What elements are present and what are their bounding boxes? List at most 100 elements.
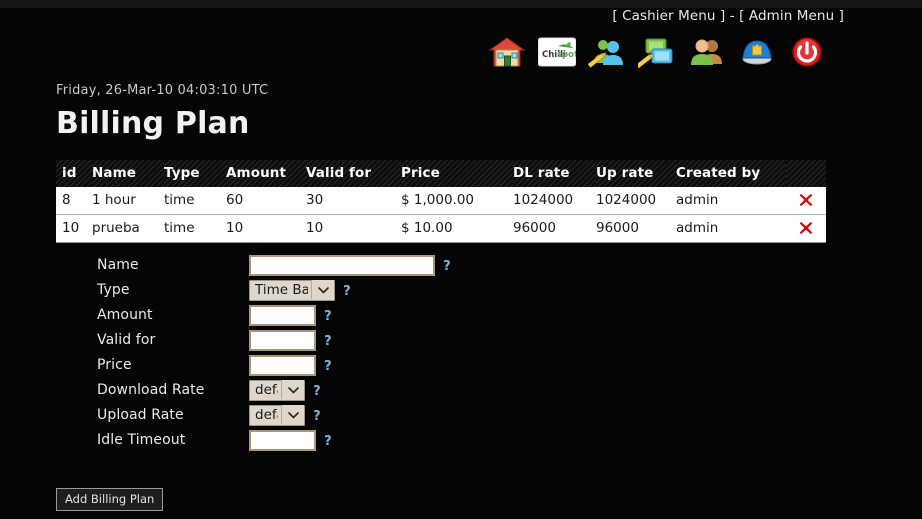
cell-actions bbox=[786, 187, 826, 215]
svg-text:spot: spot bbox=[557, 50, 576, 60]
table-row: 8 1 hour time 60 30 $ 1,000.00 1024000 1… bbox=[56, 187, 826, 215]
menu-separator: - bbox=[725, 8, 740, 24]
admin-badge-icon[interactable] bbox=[738, 33, 776, 71]
field-download-rate-wrapper: default ? bbox=[249, 379, 321, 401]
form-row-type: Type Time Based ? bbox=[0, 279, 922, 304]
table-row: 10 prueba time 10 10 $ 10.00 96000 96000… bbox=[56, 214, 826, 243]
form-row-idle-timeout: Idle Timeout ? bbox=[0, 429, 922, 454]
field-price-wrapper: ? bbox=[249, 354, 332, 376]
form-row-valid-for: Valid for ? bbox=[0, 329, 922, 354]
cell-up-rate: 1024000 bbox=[596, 187, 676, 215]
column-header-actions bbox=[786, 160, 826, 187]
table-head: id Name Type Amount Valid for Price DL r… bbox=[56, 160, 826, 187]
help-icon-amount[interactable]: ? bbox=[324, 309, 332, 324]
upload-rate-select[interactable]: default bbox=[249, 404, 305, 426]
cashier-menu-link[interactable]: [ Cashier Menu ] bbox=[612, 8, 725, 24]
help-icon-idle-timeout[interactable]: ? bbox=[324, 434, 332, 449]
label-amount: Amount bbox=[97, 307, 153, 323]
cell-dl-rate: 96000 bbox=[513, 214, 596, 243]
cell-id: 8 bbox=[56, 187, 92, 215]
group-users-icon[interactable] bbox=[688, 33, 726, 71]
top-menu-links: [ Cashier Menu ] - [ Admin Menu ] bbox=[612, 8, 844, 24]
form-row-upload-rate: Upload Rate default ? bbox=[0, 404, 922, 429]
delete-icon[interactable] bbox=[797, 191, 815, 209]
cell-valid-for: 10 bbox=[306, 214, 401, 243]
column-header-valid-for: Valid for bbox=[306, 160, 401, 187]
type-select[interactable]: Time Based bbox=[249, 279, 335, 301]
form-row-download-rate: Download Rate default ? bbox=[0, 379, 922, 404]
amount-input[interactable] bbox=[249, 305, 316, 326]
cell-type: time bbox=[164, 214, 226, 243]
page-header: [ Cashier Menu ] - [ Admin Menu ] Chilli… bbox=[0, 8, 922, 74]
network-edit-icon[interactable] bbox=[638, 33, 676, 71]
name-input[interactable] bbox=[249, 255, 435, 276]
cell-price: $ 1,000.00 bbox=[401, 187, 513, 215]
cell-created-by: admin bbox=[676, 187, 786, 215]
column-header-type: Type bbox=[164, 160, 226, 187]
field-idle-timeout-wrapper: ? bbox=[249, 429, 332, 451]
cell-valid-for: 30 bbox=[306, 187, 401, 215]
table-body: 8 1 hour time 60 30 $ 1,000.00 1024000 1… bbox=[56, 187, 826, 243]
field-name-wrapper: ? bbox=[249, 254, 451, 276]
server-timestamp: Friday, 26-Mar-10 04:03:10 UTC bbox=[56, 83, 269, 98]
upload-rate-select-wrapper: default bbox=[249, 404, 305, 426]
billing-plan-table: id Name Type Amount Valid for Price DL r… bbox=[56, 160, 826, 243]
logout-power-icon[interactable] bbox=[788, 33, 826, 71]
help-icon-name[interactable]: ? bbox=[443, 259, 451, 274]
cell-created-by: admin bbox=[676, 214, 786, 243]
column-header-dl-rate: DL rate bbox=[513, 160, 596, 187]
column-header-id: id bbox=[56, 160, 92, 187]
field-upload-rate-wrapper: default ? bbox=[249, 404, 321, 426]
cell-id: 10 bbox=[56, 214, 92, 243]
help-icon-valid-for[interactable]: ? bbox=[324, 334, 332, 349]
cell-name: prueba bbox=[92, 214, 164, 243]
label-type: Type bbox=[97, 282, 130, 298]
top-strip bbox=[0, 0, 922, 8]
admin-menu-link[interactable]: [ Admin Menu ] bbox=[739, 8, 844, 24]
billing-plan-table-wrapper: id Name Type Amount Valid for Price DL r… bbox=[56, 160, 826, 243]
column-header-amount: Amount bbox=[226, 160, 306, 187]
type-select-wrapper: Time Based bbox=[249, 279, 335, 301]
column-header-up-rate: Up rate bbox=[596, 160, 676, 187]
valid-for-input[interactable] bbox=[249, 330, 316, 351]
table-header-row: id Name Type Amount Valid for Price DL r… bbox=[56, 160, 826, 187]
add-billing-plan-button[interactable]: Add Billing Plan bbox=[56, 488, 164, 511]
download-rate-select[interactable]: default bbox=[249, 379, 305, 401]
label-download-rate: Download Rate bbox=[97, 382, 205, 398]
cell-name: 1 hour bbox=[92, 187, 164, 215]
delete-icon[interactable] bbox=[797, 219, 815, 237]
header-icon-toolbar: Chilli spot bbox=[488, 33, 826, 71]
users-edit-icon[interactable] bbox=[588, 33, 626, 71]
chillispot-logo-icon[interactable]: Chilli spot bbox=[538, 33, 576, 71]
home-icon[interactable] bbox=[488, 33, 526, 71]
idle-timeout-input[interactable] bbox=[249, 430, 316, 451]
help-icon-download-rate[interactable]: ? bbox=[313, 384, 321, 399]
cell-actions bbox=[786, 214, 826, 243]
submit-area: Add Billing Plan bbox=[56, 488, 164, 511]
help-icon-type[interactable]: ? bbox=[343, 284, 351, 299]
page-title: Billing Plan bbox=[56, 106, 250, 141]
billing-plan-form: Name ? Type Time Based ? Amount ? Valid … bbox=[0, 254, 922, 454]
cell-amount: 10 bbox=[226, 214, 306, 243]
field-type-wrapper: Time Based ? bbox=[249, 279, 351, 301]
cell-dl-rate: 1024000 bbox=[513, 187, 596, 215]
label-valid-for: Valid for bbox=[97, 332, 156, 348]
price-input[interactable] bbox=[249, 355, 316, 376]
label-upload-rate: Upload Rate bbox=[97, 407, 184, 423]
form-row-price: Price ? bbox=[0, 354, 922, 379]
cell-amount: 60 bbox=[226, 187, 306, 215]
cell-type: time bbox=[164, 187, 226, 215]
cell-price: $ 10.00 bbox=[401, 214, 513, 243]
column-header-name: Name bbox=[92, 160, 164, 187]
column-header-price: Price bbox=[401, 160, 513, 187]
form-row-name: Name ? bbox=[0, 254, 922, 279]
cell-up-rate: 96000 bbox=[596, 214, 676, 243]
field-valid-for-wrapper: ? bbox=[249, 329, 332, 351]
form-row-amount: Amount ? bbox=[0, 304, 922, 329]
help-icon-price[interactable]: ? bbox=[324, 359, 332, 374]
download-rate-select-wrapper: default bbox=[249, 379, 305, 401]
label-idle-timeout: Idle Timeout bbox=[97, 432, 186, 448]
label-price: Price bbox=[97, 357, 132, 373]
field-amount-wrapper: ? bbox=[249, 304, 332, 326]
help-icon-upload-rate[interactable]: ? bbox=[313, 409, 321, 424]
